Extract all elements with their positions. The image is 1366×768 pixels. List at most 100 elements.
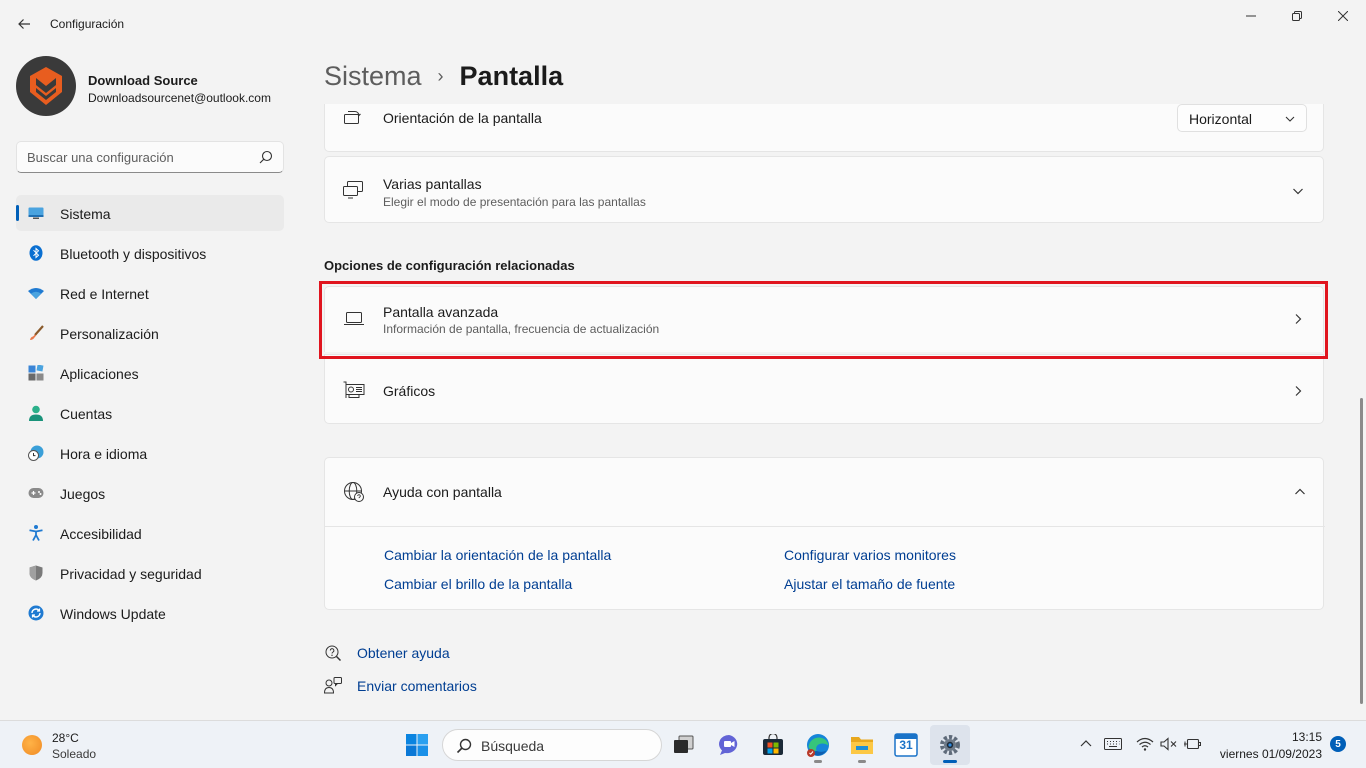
app-title: Configuración bbox=[50, 17, 125, 31]
multiple-monitors-icon bbox=[343, 179, 365, 201]
get-help-icon bbox=[324, 644, 342, 662]
profile-name: Download Source bbox=[88, 73, 198, 88]
multiple-displays-setting[interactable]: Varias pantallas Elegir el modo de prese… bbox=[324, 156, 1324, 223]
calendar-button[interactable]: 31 bbox=[886, 725, 926, 765]
orientation-dropdown[interactable]: Horizontal bbox=[1177, 104, 1307, 132]
breadcrumb-parent[interactable]: Sistema bbox=[324, 61, 422, 92]
sidebar-item-bluetooth[interactable]: Bluetooth y dispositivos bbox=[16, 235, 284, 271]
edge-icon bbox=[807, 734, 829, 757]
settings-search bbox=[16, 141, 284, 173]
clock-date: viernes 01/09/2023 bbox=[1219, 747, 1322, 761]
wifi-icon[interactable] bbox=[1136, 735, 1154, 753]
feedback-icon bbox=[324, 677, 342, 695]
task-view-icon bbox=[674, 735, 694, 753]
volume-muted-icon[interactable] bbox=[1160, 735, 1178, 753]
help-link-change-orientation[interactable]: Cambiar la orientación de la pantalla bbox=[384, 547, 611, 563]
monitor-icon bbox=[28, 205, 44, 221]
sidebar-item-personalizacion[interactable]: Personalización bbox=[16, 315, 284, 351]
search-input[interactable] bbox=[27, 148, 247, 166]
minimize-button[interactable] bbox=[1228, 0, 1274, 32]
chevron-down-icon bbox=[1285, 116, 1295, 122]
taskbar-search[interactable]: Búsqueda bbox=[442, 729, 662, 761]
get-help-label: Obtener ayuda bbox=[357, 645, 450, 661]
minimize-icon bbox=[1246, 15, 1256, 17]
keyboard-icon[interactable] bbox=[1104, 735, 1122, 753]
sidebar-item-aplicaciones[interactable]: Aplicaciones bbox=[16, 355, 284, 391]
scrollbar[interactable] bbox=[1360, 398, 1363, 704]
sidebar-item-label: Sistema bbox=[60, 206, 111, 222]
sidebar-item-label: Bluetooth y dispositivos bbox=[60, 246, 207, 262]
sidebar-item-label: Windows Update bbox=[60, 606, 166, 622]
sidebar-item-cuentas[interactable]: Cuentas bbox=[16, 395, 284, 431]
settings-taskbar-button[interactable] bbox=[930, 725, 970, 765]
restore-icon bbox=[1292, 11, 1302, 21]
close-icon bbox=[1338, 11, 1348, 21]
sidebar-item-hora-idioma[interactable]: Hora e idioma bbox=[16, 435, 284, 471]
sidebar-item-label: Hora e idioma bbox=[60, 446, 148, 462]
graphics-setting[interactable]: Gráficos bbox=[324, 354, 1324, 424]
display-help-links: Cambiar la orientación de la pantalla Co… bbox=[325, 526, 1325, 610]
search-icon[interactable] bbox=[259, 150, 273, 164]
help-link-multiple-monitors[interactable]: Configurar varios monitores bbox=[784, 547, 956, 563]
sun-icon bbox=[22, 735, 42, 755]
screen-rotation-icon bbox=[343, 106, 365, 128]
orientation-setting: Orientación de la pantalla Horizontal bbox=[324, 104, 1324, 152]
taskbar: 28°C Soleado Búsqueda 31 13:15 viernes 0… bbox=[0, 720, 1366, 768]
running-indicator bbox=[858, 760, 866, 763]
update-icon bbox=[28, 605, 44, 621]
sidebar-item-sistema[interactable]: Sistema bbox=[16, 195, 284, 231]
sidebar-item-label: Accesibilidad bbox=[60, 526, 142, 542]
close-button[interactable] bbox=[1320, 0, 1366, 32]
orientation-value: Horizontal bbox=[1189, 111, 1253, 127]
graphics-card-icon bbox=[343, 379, 365, 401]
apps-icon bbox=[28, 365, 44, 381]
system-clock[interactable]: 13:15 viernes 01/09/2023 bbox=[1212, 730, 1322, 761]
battery-charging-icon[interactable] bbox=[1184, 735, 1202, 753]
display-help-header[interactable]: Ayuda con pantalla bbox=[325, 458, 1325, 526]
sidebar-item-windows-update[interactable]: Windows Update bbox=[16, 595, 284, 631]
user-profile[interactable]: Download Source Downloadsourcenet@outloo… bbox=[16, 56, 286, 118]
maximize-button[interactable] bbox=[1274, 0, 1320, 32]
task-view-button[interactable] bbox=[664, 725, 704, 765]
file-explorer-button[interactable] bbox=[842, 725, 882, 765]
clock-time: 13:15 bbox=[1291, 730, 1322, 744]
arrow-left-icon bbox=[18, 19, 30, 29]
sidebar-item-label: Juegos bbox=[60, 486, 106, 502]
chevron-up-icon[interactable] bbox=[1077, 735, 1095, 753]
accessibility-icon bbox=[28, 525, 44, 541]
sidebar-item-accesibilidad[interactable]: Accesibilidad bbox=[16, 515, 284, 551]
taskbar-search-label: Búsqueda bbox=[481, 738, 545, 754]
sidebar-item-privacidad[interactable]: Privacidad y seguridad bbox=[16, 555, 284, 591]
help-link-change-brightness[interactable]: Cambiar el brillo de la pantalla bbox=[384, 576, 572, 592]
chevron-up-icon bbox=[1293, 485, 1307, 499]
chevron-down-icon[interactable] bbox=[1291, 184, 1305, 198]
get-help-link[interactable]: Obtener ayuda bbox=[324, 642, 450, 664]
sidebar-item-label: Aplicaciones bbox=[60, 366, 139, 382]
sidebar-item-juegos[interactable]: Juegos bbox=[16, 475, 284, 511]
display-help-title: Ayuda con pantalla bbox=[383, 484, 502, 500]
send-feedback-link[interactable]: Enviar comentarios bbox=[324, 675, 477, 697]
title-bar: Configuración bbox=[0, 0, 1366, 48]
teams-chat-button[interactable] bbox=[709, 725, 749, 765]
chevron-right-icon bbox=[1291, 384, 1305, 398]
back-button[interactable] bbox=[10, 12, 38, 36]
active-indicator bbox=[943, 760, 957, 763]
download-source-logo-icon bbox=[30, 67, 62, 105]
shield-icon bbox=[28, 565, 44, 581]
store-button[interactable] bbox=[753, 725, 793, 765]
weather-condition: Soleado bbox=[52, 747, 97, 761]
related-settings-heading: Opciones de configuración relacionadas bbox=[324, 258, 575, 273]
clock-globe-icon bbox=[28, 445, 44, 461]
breadcrumb: Sistema › Pantalla bbox=[324, 58, 563, 94]
weather-widget[interactable]: 28°C Soleado bbox=[12, 729, 122, 761]
windows-start-icon bbox=[406, 734, 428, 756]
help-link-font-size[interactable]: Ajustar el tamaño de fuente bbox=[784, 576, 955, 592]
store-icon bbox=[763, 734, 783, 755]
send-feedback-label: Enviar comentarios bbox=[357, 678, 477, 694]
sidebar-item-red-internet[interactable]: Red e Internet bbox=[16, 275, 284, 311]
multiple-displays-subtitle: Elegir el modo de presentación para las … bbox=[383, 195, 646, 209]
settings-icon bbox=[940, 735, 960, 755]
notification-badge[interactable]: 5 bbox=[1330, 736, 1346, 752]
edge-button[interactable] bbox=[798, 725, 838, 765]
start-button[interactable] bbox=[397, 725, 437, 765]
